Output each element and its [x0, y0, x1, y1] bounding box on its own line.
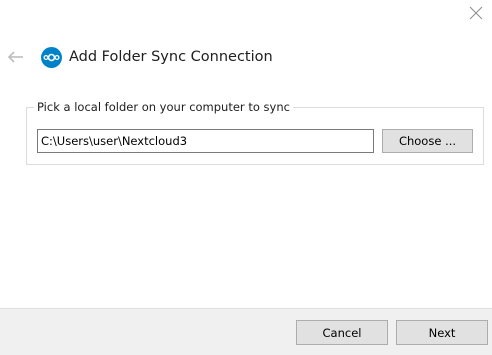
back-arrow-icon: [8, 51, 23, 63]
page-title: Add Folder Sync Connection: [69, 49, 273, 65]
nextcloud-logo-icon: [41, 47, 62, 68]
next-button[interactable]: Next: [396, 320, 488, 345]
local-folder-path-input[interactable]: [37, 129, 374, 153]
close-button[interactable]: [466, 4, 486, 22]
back-button[interactable]: [6, 49, 26, 65]
local-folder-legend: Pick a local folder on your computer to …: [34, 99, 293, 115]
cancel-button[interactable]: Cancel: [296, 320, 388, 345]
close-icon: [469, 6, 483, 20]
choose-folder-button[interactable]: Choose ...: [382, 129, 473, 153]
